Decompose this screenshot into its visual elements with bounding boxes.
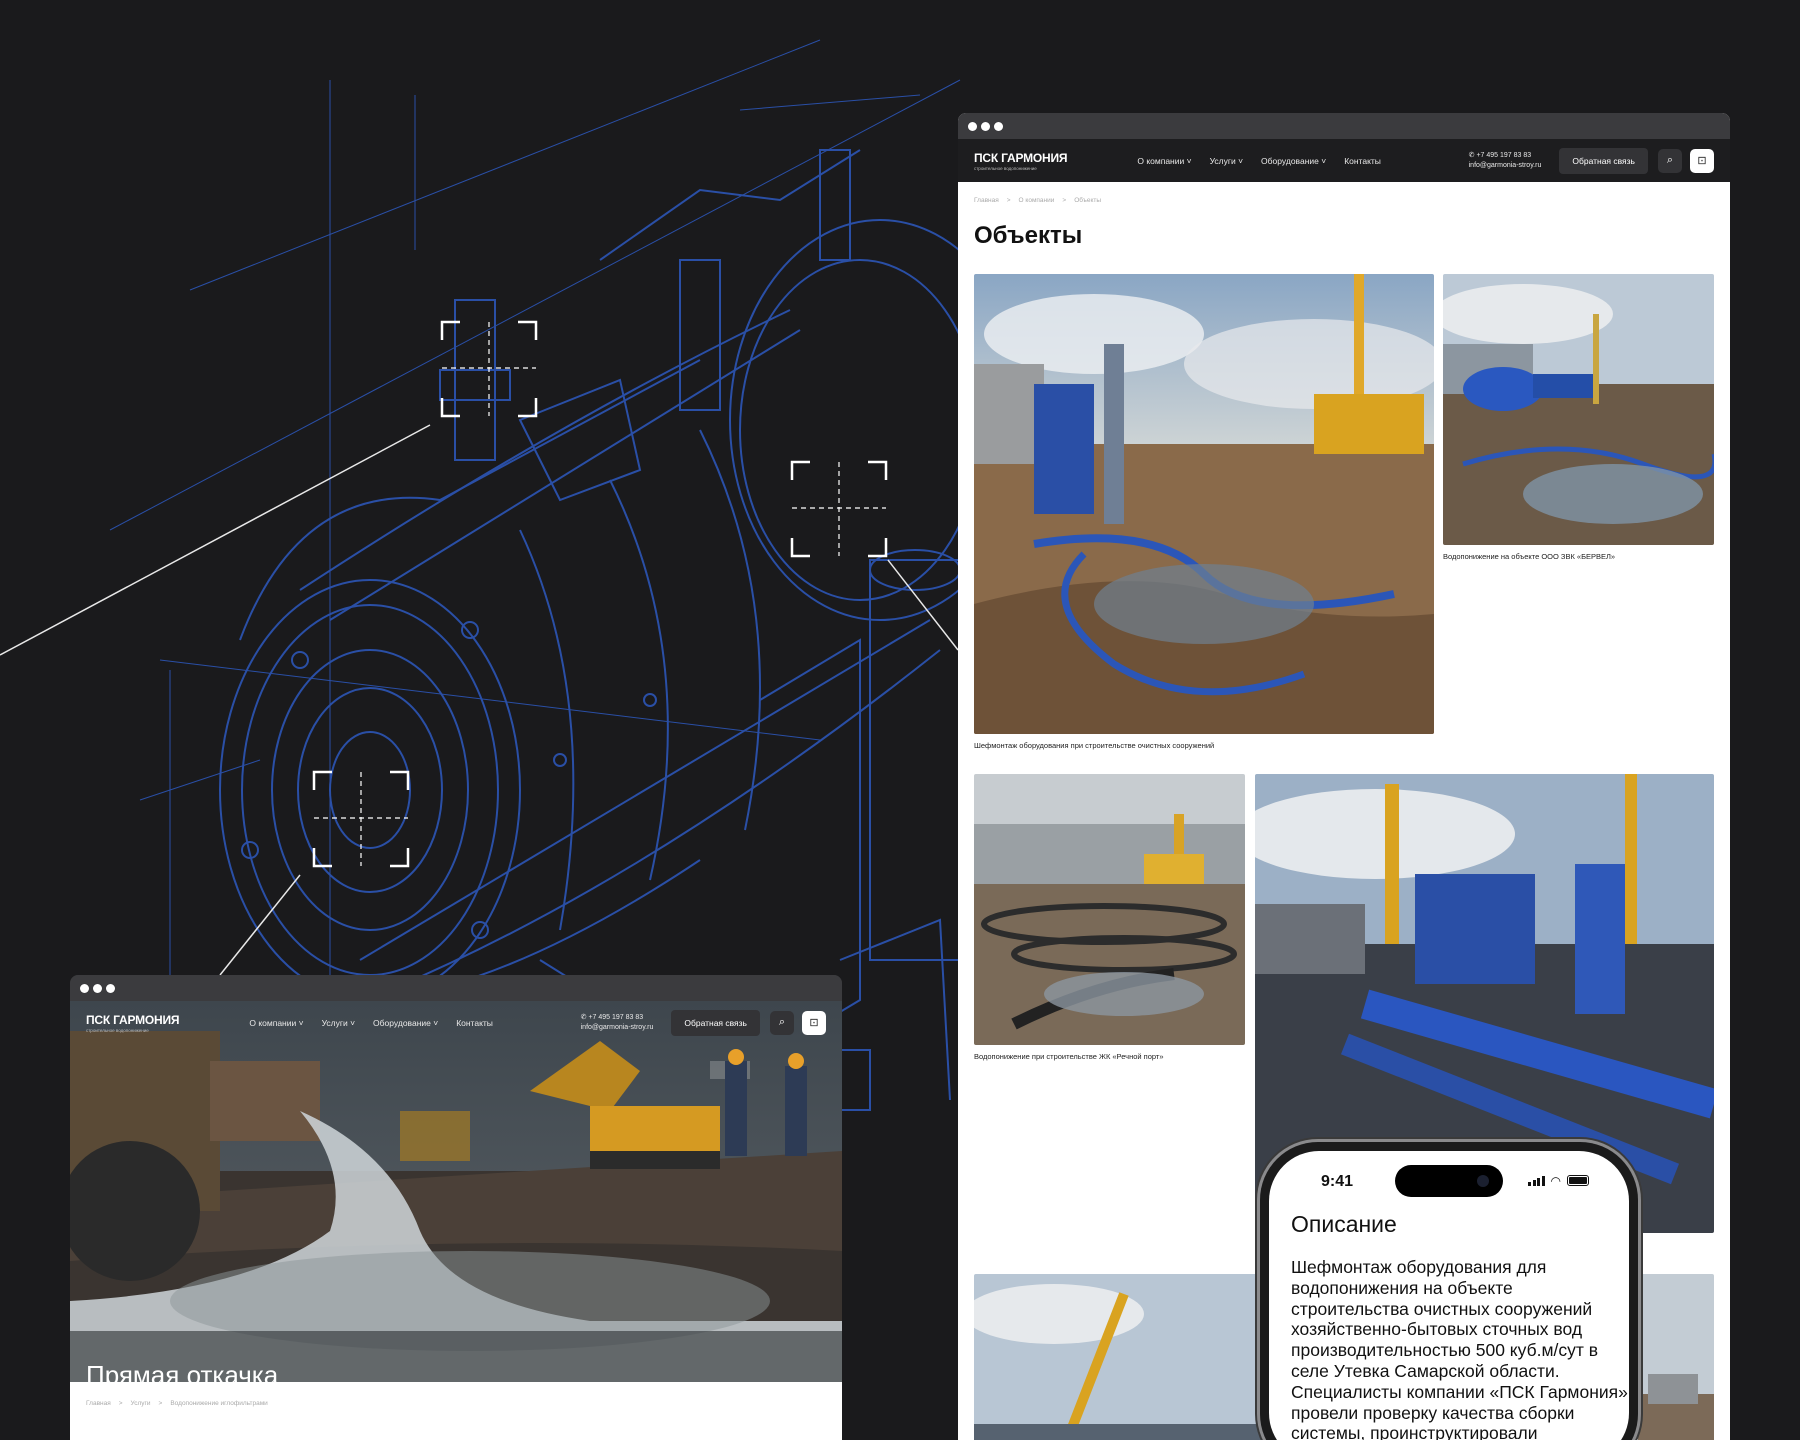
phone-link[interactable]: ✆ +7 495 197 83 83 [581,1013,654,1023]
menu-item-equipment[interactable]: Оборудование ˅ [1261,156,1326,166]
site-header: ПСК ГАРМОНИЯ строительное водопонижение … [958,139,1730,182]
main-menu: О компании ˅ Услуги ˅ Оборудование ˅ Кон… [1137,156,1381,166]
search-icon[interactable]: ⌕ [770,1010,794,1035]
menu-item-about[interactable]: О компании ˅ [1137,156,1191,166]
hero-title: Прямая откачка [86,1360,279,1390]
breadcrumb-about[interactable]: О компании [1019,197,1055,204]
menu-item-services[interactable]: Услуги ˅ [322,1018,355,1028]
breadcrumb-separator: > [118,1400,123,1407]
main-menu: О компании ˅ Услуги ˅ Оборудование ˅ Кон… [249,1018,493,1028]
feedback-button[interactable]: Обратная связь [1559,147,1648,174]
window-dot[interactable] [968,121,977,131]
object-photo-treatment-plant[interactable] [974,274,1434,734]
header-contacts: ✆ +7 495 197 83 83 info@garmonia-stroy.r… [1469,151,1542,171]
object-photo-bervel[interactable] [1443,274,1714,545]
phone-number: +7 495 197 83 83 [1476,151,1532,159]
breadcrumb-services[interactable]: Услуги [131,1400,151,1422]
description-text: Шефмонтаж оборудования для водопонижения… [1291,1257,1628,1440]
dynamic-island [1395,1165,1503,1197]
window-dot[interactable] [981,121,990,131]
menu-item-services[interactable]: Услуги ˅ [1210,156,1243,166]
construction-photo [974,774,1245,1045]
page-title: Объекты [974,222,1083,249]
phone-link[interactable]: ✆ +7 495 197 83 83 [1469,151,1542,161]
phone-mockup: 9:41 ◠ Описание Шефмонтаж оборудования д… [1260,1142,1638,1440]
breadcrumb: Главная > О компании > Объекты [958,182,1730,204]
window-controls [958,113,1730,139]
breadcrumb-separator: > [1062,197,1067,204]
site-logo[interactable]: ПСК ГАРМОНИЯ строительное водопонижение [974,150,1068,171]
logo-subtitle: строительное водопонижение [86,1027,149,1033]
window-dot[interactable] [106,983,115,993]
construction-photo [974,274,1434,734]
menu-item-contacts[interactable]: Контакты [456,1018,493,1028]
status-bar-icons: ◠ [1528,1174,1589,1188]
window-controls [70,975,842,1001]
email-link[interactable]: info@garmonia-stroy.ru [581,1023,654,1033]
window-dot[interactable] [80,983,89,993]
menu-item-equipment[interactable]: Оборудование ˅ [373,1018,438,1028]
phone-number: +7 495 197 83 83 [588,1013,644,1021]
object-photo-site[interactable] [1638,1274,1714,1440]
object-caption[interactable]: Шефмонтаж оборудования при строительстве… [974,741,1214,750]
logo-subtitle: строительное водопонижение [974,165,1037,171]
description-title: Описание [1291,1211,1397,1237]
menu-item-about[interactable]: О компании ˅ [249,1018,303,1028]
logo-title: ПСК ГАРМОНИЯ [974,150,1068,165]
object-photo-river-port[interactable] [974,774,1245,1045]
menu-item-contacts[interactable]: Контакты [1344,156,1381,166]
object-photo-crane[interactable] [974,1274,1274,1440]
feedback-button[interactable]: Обратная связь [671,1009,760,1036]
logo-title: ПСК ГАРМОНИЯ [86,1012,180,1027]
object-caption[interactable]: Водопонижение на объекте ООО ЗВК «БЕРВЕЛ… [1443,552,1615,561]
cart-icon[interactable]: ⊡ [802,1010,826,1035]
search-icon[interactable]: ⌕ [1658,148,1682,173]
construction-photo [1638,1274,1714,1440]
signal-icon [1528,1176,1545,1186]
breadcrumb-separator: > [158,1400,163,1407]
status-time: 9:41 [1321,1173,1354,1190]
phone-screen: 9:41 ◠ Описание Шефмонтаж оборудования д… [1269,1151,1629,1440]
wifi-icon: ◠ [1550,1174,1561,1188]
breadcrumb-home[interactable]: Главная [974,197,999,204]
breadcrumb-current: Объекты [1074,197,1102,204]
object-caption[interactable]: Водопонижение при строительстве ЖК «Речн… [974,1052,1164,1061]
breadcrumb-current: Водопонижение иглофильтрами [170,1400,268,1407]
window-dot[interactable] [994,121,1003,131]
site-logo[interactable]: ПСК ГАРМОНИЯ строительное водопонижение [86,1012,180,1033]
email-link[interactable]: info@garmonia-stroy.ru [1469,161,1542,171]
home-browser-window: ПСК ГАРМОНИЯ строительное водопонижение … [70,975,842,1440]
battery-icon [1567,1175,1589,1186]
construction-photo [1443,274,1714,545]
breadcrumb-separator: > [1006,197,1011,204]
hero-image [70,1001,842,1382]
breadcrumb-home[interactable]: Главная [86,1400,111,1422]
window-dot[interactable] [93,983,102,993]
site-header: ПСК ГАРМОНИЯ строительное водопонижение … [70,1001,842,1044]
construction-photo [974,1274,1274,1440]
cart-icon[interactable]: ⊡ [1690,148,1714,173]
header-contacts: ✆ +7 495 197 83 83 info@garmonia-stroy.r… [581,1013,654,1033]
